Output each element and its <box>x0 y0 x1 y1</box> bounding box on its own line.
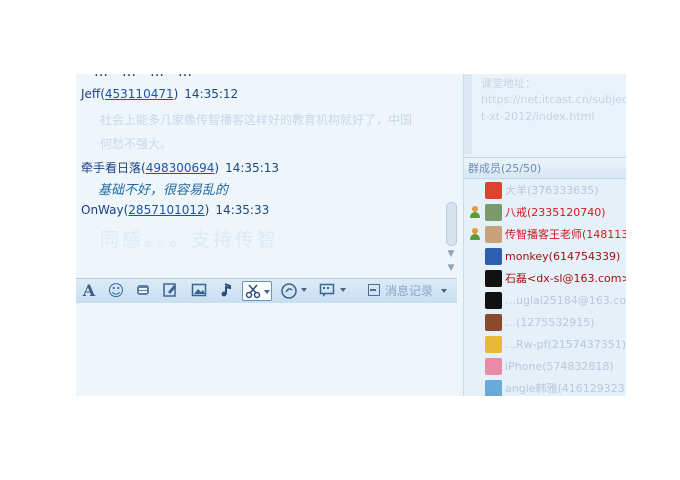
qq-group-chat-window: ………… Jeff(453110471)14:35:12 社会上能多几家像传智播… <box>76 74 626 396</box>
message-input-area[interactable] <box>76 303 457 396</box>
message-header: Jeff(453110471) 14:35:12 <box>81 87 239 101</box>
member-name: …ugiai25184@163.com <box>505 294 626 307</box>
music-icon[interactable] <box>217 282 235 300</box>
announcement-text: 课堂地址： <box>481 77 536 90</box>
chat-toolbar: A ☺ 消息记录 <box>76 278 457 304</box>
member-item[interactable]: angie韩雅(416129323) <box>464 378 626 396</box>
voice-icon[interactable] <box>280 282 298 300</box>
avatar[interactable] <box>485 314 502 331</box>
message-text: 基础不好，很容易乱的 <box>98 183 229 198</box>
sender-qq-link[interactable]: 498300694 <box>146 161 215 175</box>
sender-name[interactable]: 牵手看日落 <box>81 161 141 175</box>
scroll-down-icon[interactable]: ▼ <box>445 248 457 260</box>
sender-qq-link[interactable]: 453110471 <box>105 87 174 101</box>
avatar[interactable] <box>485 182 502 199</box>
clipped-message-text: ………… <box>94 74 394 78</box>
member-item[interactable]: 石磊<dx-sl@163.com> <box>464 268 626 290</box>
message-time: 14:35:33 <box>215 203 270 217</box>
member-name: 八戒(2335120740) <box>505 206 606 219</box>
message-header: OnWay(2857101012) 14:35:33 <box>81 203 270 217</box>
edit-icon[interactable] <box>161 282 179 300</box>
member-list: 大羊(376333635) 八戒(2335120740) 传智播客王老师(14811… <box>464 180 626 396</box>
sender-name[interactable]: Jeff <box>81 87 100 101</box>
font-icon[interactable]: A <box>80 282 98 300</box>
emoji-icon[interactable]: ☺ <box>107 282 125 300</box>
chevron-down-icon[interactable] <box>301 288 307 292</box>
avatar[interactable] <box>485 204 502 221</box>
admin-role-icon <box>468 206 482 220</box>
message-history-button[interactable]: 消息记录 <box>368 282 447 300</box>
message-text: 何愁不强大。 <box>100 137 173 151</box>
chat-scrollbar[interactable]: ▼ ▼ <box>445 74 457 274</box>
member-item[interactable]: 传智播客王老师(148113 <box>464 224 626 246</box>
sender-name[interactable]: OnWay <box>81 203 124 217</box>
announcement-link[interactable]: https://net.itcast.cn/subjec <box>481 93 626 106</box>
message-text: 社会上能多几家像传智播客这样好的教育机构就好了，中国 <box>100 113 413 127</box>
group-announcement: 课堂地址： https://net.itcast.cn/subjec t-xt-… <box>464 74 626 154</box>
member-name: monkey(614754339) <box>505 250 621 263</box>
chevron-down-icon[interactable] <box>264 290 270 294</box>
message-text: 同感。。。支持传智 <box>100 229 280 251</box>
member-item[interactable]: 大羊(376333635) <box>464 180 626 202</box>
history-icon <box>368 284 380 296</box>
avatar[interactable] <box>485 292 502 309</box>
avatar[interactable] <box>485 270 502 287</box>
member-name: …Rw-pf(2157437351) <box>505 338 626 351</box>
announcement-link[interactable]: t-xt-2012/index.html <box>481 110 594 123</box>
member-item[interactable]: …Rw-pf(2157437351) <box>464 334 626 356</box>
announcement-scrollbar[interactable] <box>464 74 472 154</box>
chevron-down-icon[interactable] <box>340 288 346 292</box>
message-header: 牵手看日落(498300694) 14:35:13 <box>81 161 280 175</box>
members-header[interactable]: 群成员(25/50) <box>464 157 626 179</box>
image-icon[interactable] <box>190 282 208 300</box>
member-item[interactable]: …(1275532915) <box>464 312 626 334</box>
sender-qq-link[interactable]: 2857101012 <box>128 203 204 217</box>
avatar[interactable] <box>485 336 502 353</box>
member-item[interactable]: iPhone(574832818) <box>464 356 626 378</box>
admin-role-icon <box>468 228 482 242</box>
member-name: iPhone(574832818) <box>505 360 614 373</box>
member-name: angie韩雅(416129323) <box>505 382 626 395</box>
avatar[interactable] <box>485 248 502 265</box>
member-item[interactable]: monkey(614754339) <box>464 246 626 268</box>
avatar[interactable] <box>485 358 502 375</box>
avatar[interactable] <box>485 226 502 243</box>
screenshot-scissors-button[interactable] <box>242 281 272 301</box>
group-side-panel: 课堂地址： https://net.itcast.cn/subjec t-xt-… <box>463 74 626 396</box>
member-name: …(1275532915) <box>505 316 595 329</box>
message-format-icon[interactable] <box>319 282 337 300</box>
chevron-down-icon[interactable] <box>440 289 447 293</box>
member-item[interactable]: …ugiai25184@163.com <box>464 290 626 312</box>
magic-emoji-icon[interactable] <box>134 282 152 300</box>
message-time: 14:35:13 <box>225 161 280 175</box>
member-name: 大羊(376333635) <box>505 184 599 197</box>
member-item[interactable]: 八戒(2335120740) <box>464 202 626 224</box>
chat-scrollbar-thumb[interactable] <box>446 202 457 246</box>
avatar[interactable] <box>485 380 502 396</box>
chat-history-pane[interactable]: ………… Jeff(453110471)14:35:12 社会上能多几家像传智播… <box>76 74 457 278</box>
message-time: 14:35:12 <box>184 87 239 101</box>
member-name: 石磊<dx-sl@163.com> <box>505 272 626 285</box>
member-name: 传智播客王老师(148113 <box>505 228 626 241</box>
history-label: 消息记录 <box>385 284 434 298</box>
scroll-bottom-icon[interactable]: ▼ <box>445 262 457 274</box>
